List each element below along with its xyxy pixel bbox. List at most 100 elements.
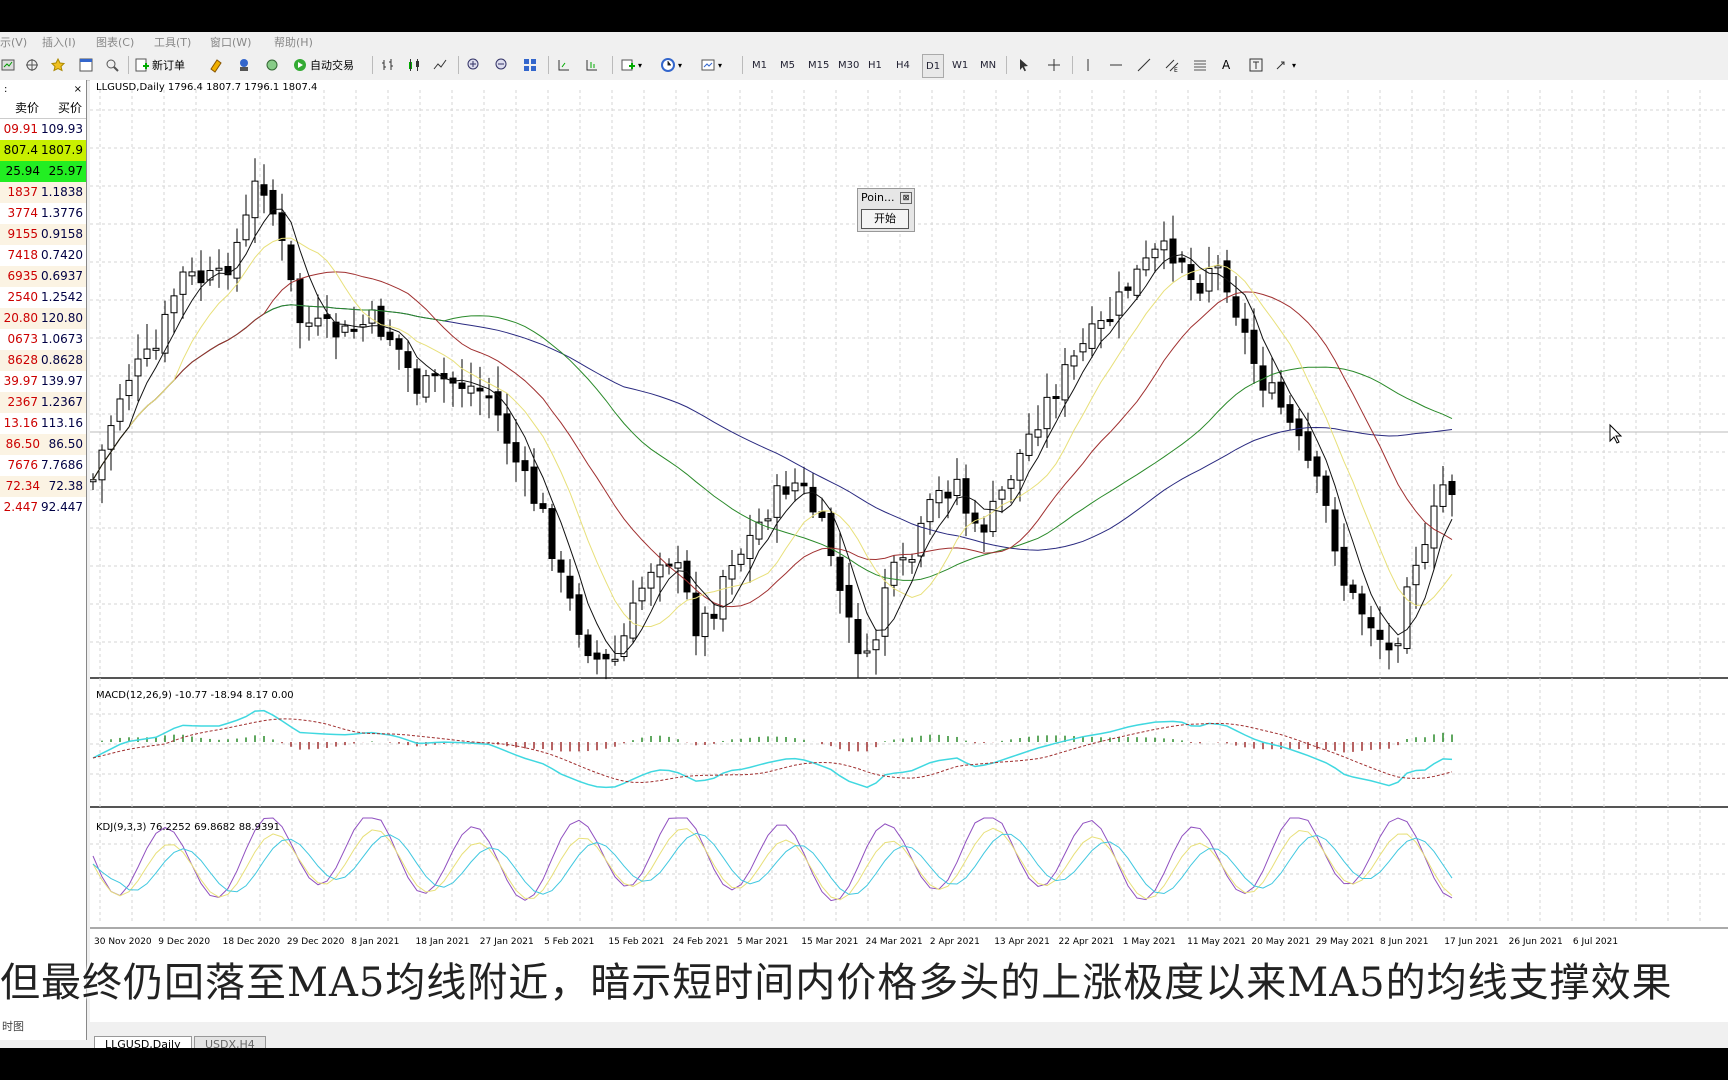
watch-ask: 72.38 — [48, 479, 83, 493]
toolbar: 新订单 自动交易 ▾ ▾ ▾ M1 M5 M15 M30 H1 H4 D1 W1… — [0, 50, 1728, 81]
tester-icon[interactable] — [104, 54, 120, 76]
watch-row[interactable]: 8628 0.8628 — [0, 350, 86, 371]
crosshair-icon[interactable] — [1046, 54, 1062, 76]
ask-column-header[interactable]: 买价 — [43, 98, 86, 118]
watch-row[interactable]: 72.34 72.38 — [0, 476, 86, 497]
candle-body — [503, 413, 511, 444]
favorites-icon[interactable] — [50, 54, 66, 76]
watch-row[interactable]: 39.97 139.97 — [0, 371, 86, 392]
metaeditor-icon[interactable] — [208, 54, 224, 76]
tab-llgusd-daily[interactable]: LLGUSD,Daily — [94, 1036, 192, 1048]
chart-window[interactable]: 30 Nov 2020 9 Dec 2020 18 Dec 2020 29 Dec 2… — [90, 80, 1728, 1022]
watch-row[interactable]: 1837 1.1838 — [0, 182, 86, 203]
candle-body — [701, 612, 709, 638]
candle-body — [926, 499, 934, 523]
channel-icon[interactable]: E — [1164, 54, 1180, 76]
line-chart-icon[interactable] — [432, 54, 448, 76]
watch-row[interactable]: 807.4 1807.9 — [0, 140, 86, 161]
text-tool-icon[interactable]: A — [1222, 54, 1230, 76]
signals-icon[interactable] — [236, 54, 252, 76]
auto-trading-button[interactable]: 自动交易 — [292, 54, 354, 76]
tf-m5[interactable]: M5 — [780, 54, 795, 76]
date-axis-label: 2 Apr 2021 — [930, 937, 980, 947]
watch-row[interactable]: 9155 0.9158 — [0, 224, 86, 245]
watch-row[interactable]: 7676 7.7686 — [0, 455, 86, 476]
zoom-in-icon[interactable] — [466, 54, 482, 76]
tf-h1[interactable]: H1 — [868, 54, 882, 76]
vertical-line-icon[interactable] — [1080, 54, 1096, 76]
ma5-line — [92, 208, 1453, 655]
candle-body — [1250, 329, 1258, 364]
label-tool-icon[interactable] — [1248, 54, 1264, 76]
tf-m30[interactable]: M30 — [838, 54, 859, 76]
zoom-out-icon[interactable] — [494, 54, 510, 76]
watch-ask: 25.97 — [48, 164, 83, 178]
candlestick-icon[interactable] — [406, 54, 422, 76]
start-button[interactable]: 开始 — [861, 209, 909, 229]
watch-row[interactable]: 2540 1.2542 — [0, 287, 86, 308]
navigator-icon[interactable] — [24, 54, 40, 76]
candle-body — [404, 351, 412, 368]
cursor-icon[interactable] — [1016, 54, 1032, 76]
indicators-icon[interactable]: ▾ — [620, 54, 642, 76]
candle-body — [782, 486, 790, 495]
candle-body — [593, 652, 601, 660]
date-axis-label: 13 Apr 2021 — [994, 937, 1050, 947]
tf-m15[interactable]: M15 — [808, 54, 829, 76]
periods-icon[interactable]: ▾ — [660, 54, 682, 76]
candle-body — [791, 482, 799, 492]
watch-row[interactable]: 3774 1.3776 — [0, 203, 86, 224]
menu-window[interactable]: 窗口(W) — [210, 34, 251, 50]
watch-row[interactable]: 7418 0.7420 — [0, 245, 86, 266]
fibonacci-icon[interactable] — [1192, 54, 1208, 76]
templates-icon[interactable]: ▾ — [700, 54, 722, 76]
watch-ask: 1807.9 — [41, 143, 83, 157]
chart-shift-icon[interactable] — [556, 54, 572, 76]
watch-bid: 09.91 — [3, 122, 38, 136]
tf-mn[interactable]: MN — [980, 54, 996, 76]
tf-w1[interactable]: W1 — [952, 54, 968, 76]
bar-chart-icon[interactable] — [380, 54, 396, 76]
tf-h4[interactable]: H4 — [896, 54, 910, 76]
profiles-icon[interactable] — [0, 54, 16, 76]
candle-body — [296, 278, 304, 324]
menu-help[interactable]: 帮助(H) — [274, 34, 313, 50]
bid-column-header[interactable]: 卖价 — [0, 98, 43, 118]
tf-d1[interactable]: D1 — [922, 54, 945, 78]
candle-body — [1412, 564, 1420, 586]
date-axis-label: 24 Feb 2021 — [673, 937, 729, 947]
autoscroll-icon[interactable] — [584, 54, 600, 76]
menu-view[interactable]: 示(V) — [0, 34, 27, 50]
date-axis-label: 22 Apr 2021 — [1059, 937, 1115, 947]
arrows-icon[interactable]: ▾ — [1274, 54, 1296, 76]
menu-charts[interactable]: 图表(C) — [96, 34, 134, 50]
watch-bid: 20.80 — [3, 311, 38, 325]
new-order-button[interactable]: 新订单 — [134, 54, 185, 76]
watch-row[interactable]: 13.16 113.16 — [0, 413, 86, 434]
watch-ask: 113.16 — [41, 416, 83, 430]
watch-row[interactable]: 2.447 92.447 — [0, 497, 86, 518]
trendline-icon[interactable] — [1136, 54, 1152, 76]
tile-windows-icon[interactable] — [522, 54, 538, 76]
candle-body — [233, 241, 241, 279]
bottom-tab-label[interactable]: 时图 — [0, 1018, 24, 1038]
close-icon[interactable]: × — [74, 84, 82, 95]
horizontal-line-icon[interactable] — [1108, 54, 1124, 76]
candle-body — [908, 559, 916, 563]
watch-row[interactable]: 09.91 109.93 — [0, 119, 86, 140]
popup-close-icon[interactable]: ⊠ — [900, 192, 912, 204]
tab-usdx-h4[interactable]: USDX,H4 — [194, 1036, 266, 1048]
candle-body — [638, 587, 646, 602]
menu-insert[interactable]: 插入(I) — [42, 34, 76, 50]
watch-row[interactable]: 20.80 120.80 — [0, 308, 86, 329]
menu-tools[interactable]: 工具(T) — [154, 34, 191, 50]
candle-body — [116, 398, 124, 422]
watch-row[interactable]: 6935 0.6937 — [0, 266, 86, 287]
watch-row[interactable]: 25.94 25.97 — [0, 161, 86, 182]
watch-row[interactable]: 2367 1.2367 — [0, 392, 86, 413]
tf-m1[interactable]: M1 — [752, 54, 767, 76]
watch-row[interactable]: 0673 1.0673 — [0, 329, 86, 350]
market-icon[interactable] — [264, 54, 280, 76]
watch-row[interactable]: 86.50 86.50 — [0, 434, 86, 455]
terminal-icon[interactable] — [78, 54, 94, 76]
